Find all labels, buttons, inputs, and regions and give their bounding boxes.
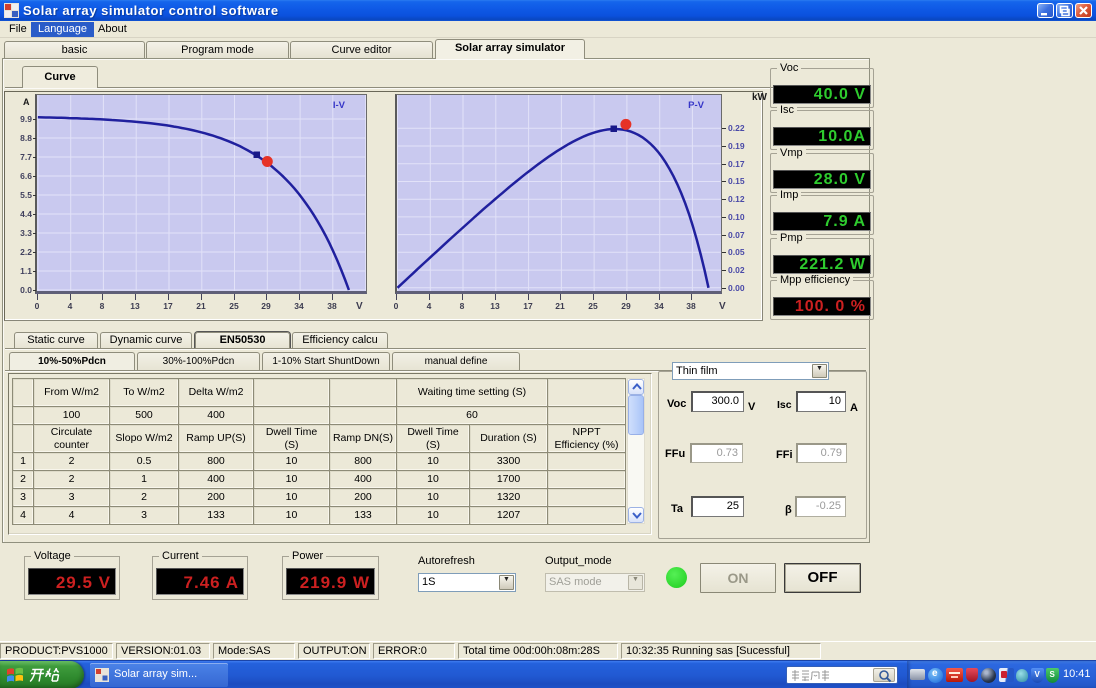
svg-text:P-V: P-V: [688, 100, 705, 111]
svg-text:I-V: I-V: [333, 100, 346, 111]
